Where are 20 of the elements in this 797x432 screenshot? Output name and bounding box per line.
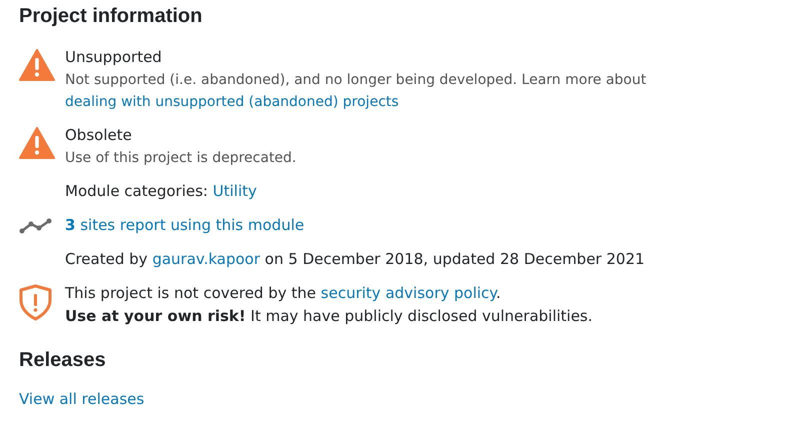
status-title: Unsupported (65, 47, 163, 68)
info-text: Module categories: Utility (65, 181, 257, 202)
info-text: This project is not covered by the security advisory policy. (65, 283, 502, 304)
info-text: Created by gaurav.kapoor on 5 December 2018, updated 28 December 2021 (65, 249, 645, 270)
text-link[interactable]: gaurav.kapoor (152, 250, 260, 268)
section-heading: Project information (19, 4, 204, 28)
text-link[interactable]: 3 sites report using this module (65, 216, 304, 234)
status-description: Not supported (i.e. abandoned), and no longer being developed. Learn more about dealing with unsupported (abandoned) projects (65, 71, 648, 112)
section-heading: Releases (19, 348, 107, 372)
shield-warning-icon (19, 284, 52, 321)
text-link[interactable]: security advisory policy (320, 284, 496, 302)
warning-icon (19, 49, 55, 81)
info-text: Use at your own risk! It may have publicly disclosed vulnerabilities. (65, 306, 593, 327)
status-title: Obsolete (65, 125, 133, 146)
warning-icon (19, 127, 55, 159)
status-description: Use of this project is deprecated. (65, 149, 296, 168)
view-releases-link[interactable]: View all releases (19, 388, 144, 411)
text-link[interactable]: Utility (212, 182, 257, 200)
line-chart-icon (19, 218, 52, 234)
text-link[interactable]: dealing with unsupported (abandoned) projects (65, 94, 399, 110)
